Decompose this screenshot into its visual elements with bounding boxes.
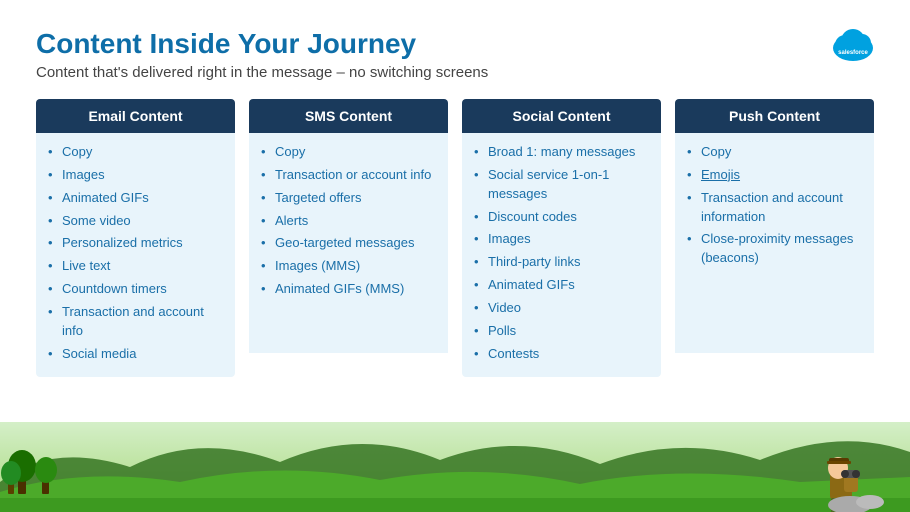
column-push: Push Content Copy Emojis Transaction and… — [675, 99, 874, 377]
landscape-illustration — [0, 422, 910, 512]
list-item: Live text — [48, 257, 225, 276]
list-item: Animated GIFs (MMS) — [261, 280, 438, 299]
email-header: Email Content — [36, 99, 235, 133]
list-item: Transaction and account info — [48, 303, 225, 341]
list-item: Emojis — [687, 166, 864, 185]
list-item: Targeted offers — [261, 189, 438, 208]
column-social: Social Content Broad 1: many messages So… — [462, 99, 661, 377]
social-header: Social Content — [462, 99, 661, 133]
svg-text:salesforce: salesforce — [838, 50, 868, 56]
list-item: Images — [474, 230, 651, 249]
column-email: Email Content Copy Images Animated GIFs … — [36, 99, 235, 377]
list-item: Contests — [474, 345, 651, 364]
list-item: Polls — [474, 322, 651, 341]
list-item: Personalized metrics — [48, 234, 225, 253]
page-subtitle: Content that's delivered right in the me… — [36, 64, 874, 81]
slide-container: salesforce Content Inside Your Journey C… — [0, 0, 910, 512]
push-header: Push Content — [675, 99, 874, 133]
list-item: Geo-targeted messages — [261, 234, 438, 253]
list-item: Copy — [48, 143, 225, 162]
list-item: Images — [48, 166, 225, 185]
push-list: Copy Emojis Transaction and account info… — [687, 143, 864, 268]
sms-body: Copy Transaction or account info Targete… — [249, 133, 448, 353]
social-body: Broad 1: many messages Social service 1-… — [462, 133, 661, 377]
list-item: Transaction or account info — [261, 166, 438, 185]
sms-list: Copy Transaction or account info Targete… — [261, 143, 438, 299]
email-body: Copy Images Animated GIFs Some video Per… — [36, 133, 235, 377]
list-item: Animated GIFs — [474, 276, 651, 295]
list-item: Broad 1: many messages — [474, 143, 651, 162]
list-item: Discount codes — [474, 208, 651, 227]
list-item: Video — [474, 299, 651, 318]
list-item: Transaction and account information — [687, 189, 864, 227]
content-columns: Email Content Copy Images Animated GIFs … — [36, 99, 874, 377]
list-item: Copy — [261, 143, 438, 162]
list-item: Social media — [48, 345, 225, 364]
list-item: Close-proximity messages (beacons) — [687, 230, 864, 268]
list-item: Some video — [48, 212, 225, 231]
list-item: Alerts — [261, 212, 438, 231]
email-list: Copy Images Animated GIFs Some video Per… — [48, 143, 225, 363]
sms-header: SMS Content — [249, 99, 448, 133]
salesforce-logo: salesforce — [830, 22, 876, 73]
push-body: Copy Emojis Transaction and account info… — [675, 133, 874, 353]
social-list: Broad 1: many messages Social service 1-… — [474, 143, 651, 363]
list-item: Images (MMS) — [261, 257, 438, 276]
list-item: Third-party links — [474, 253, 651, 272]
page-title: Content Inside Your Journey — [36, 28, 874, 60]
list-item: Animated GIFs — [48, 189, 225, 208]
list-item: Social service 1-on-1 messages — [474, 166, 651, 204]
list-item: Copy — [687, 143, 864, 162]
list-item: Countdown timers — [48, 280, 225, 299]
column-sms: SMS Content Copy Transaction or account … — [249, 99, 448, 377]
